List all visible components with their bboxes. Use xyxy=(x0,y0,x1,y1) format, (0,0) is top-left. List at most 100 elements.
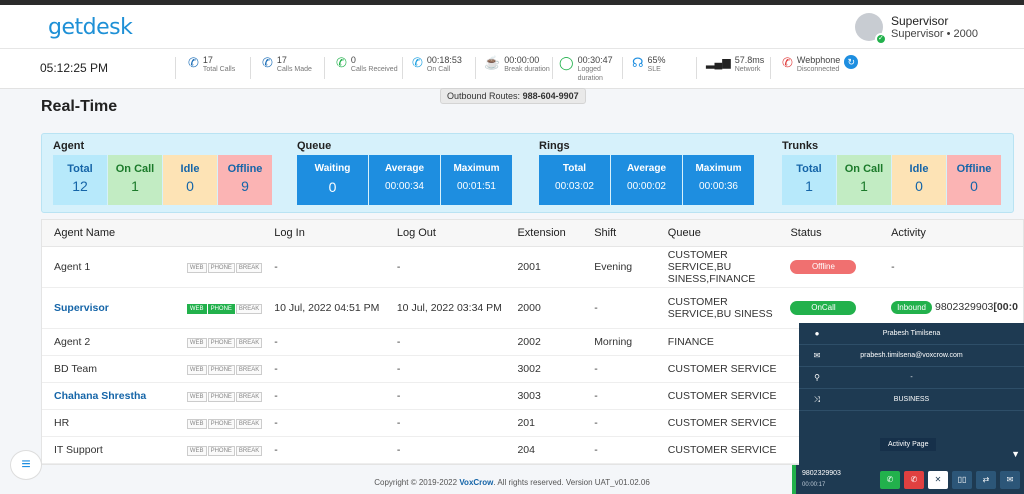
queue: CUSTOMER SERVICE xyxy=(655,382,779,410)
tag-break: BREAK xyxy=(235,338,263,348)
box-value: 1 xyxy=(131,178,139,194)
box-value: 12 xyxy=(72,178,88,194)
col-log-out[interactable]: Log Out xyxy=(384,220,506,247)
shift: Morning xyxy=(582,328,656,356)
logout-time: - xyxy=(384,328,506,356)
rings-maximum-box[interactable]: Maximum 00:00:36 xyxy=(683,155,754,205)
divider xyxy=(552,57,553,79)
trunks-total-box[interactable]: Total 1 xyxy=(782,155,836,205)
stat-value: 57.8ms xyxy=(734,55,765,65)
stat-value: Webphone xyxy=(796,55,841,65)
login-time: 10 Jul, 2022 04:51 PM xyxy=(262,287,385,329)
divider xyxy=(696,57,697,79)
reconnect-icon[interactable]: ↻ xyxy=(844,55,859,69)
agent-name-link[interactable]: Supervisor xyxy=(42,287,175,329)
tag-break: BREAK xyxy=(235,446,263,456)
online-status-icon: ✓ xyxy=(874,33,887,45)
col-shift[interactable]: Shift xyxy=(582,220,656,247)
tag-phone: PHONE xyxy=(207,419,235,429)
agent-oncall-box[interactable]: On Call 1 xyxy=(108,155,162,205)
col-status[interactable]: Status xyxy=(778,220,880,247)
outbound-routes: Outbound Routes: 988-604-9907 xyxy=(440,88,586,104)
stat-label: SLE xyxy=(647,66,661,73)
divider xyxy=(175,57,176,79)
col-log-in[interactable]: Log In xyxy=(262,220,385,247)
col-queue[interactable]: Queue xyxy=(655,220,779,247)
app-header: getdesk ✓ Supervisor Supervisor • 2000 xyxy=(0,5,1024,49)
shift: - xyxy=(582,409,656,437)
table-row[interactable]: Supervisor WEB PHONE BREAK 10 Jul, 2022 04… xyxy=(42,287,1023,329)
queue-maximum-box[interactable]: Maximum 00:01:51 xyxy=(441,155,512,205)
tag-web: WEB xyxy=(186,446,207,456)
stat-value: 17 xyxy=(276,55,287,65)
box-label: Total xyxy=(796,163,822,175)
col-extension[interactable]: Extension xyxy=(505,220,583,247)
app-logo[interactable]: getdesk xyxy=(48,15,133,40)
box-value: 0 xyxy=(186,178,194,194)
stat-break: ☕ 00:00:00 Break duration xyxy=(484,55,550,74)
divider xyxy=(770,57,771,79)
queue: CUSTOMER SERVICE xyxy=(655,436,779,464)
tag-web: WEB xyxy=(186,263,207,273)
queue-waiting-box[interactable]: Waiting 0 xyxy=(297,155,368,205)
avatar[interactable]: ✓ xyxy=(854,13,887,45)
box-label: Maximum xyxy=(453,163,500,174)
stat-value: 00:00:00 xyxy=(504,55,540,65)
rings-group: Rings Total 00:03:02 Average 00:00:02 Maxi… xyxy=(539,140,754,205)
agent-idle-box[interactable]: Idle 0 xyxy=(163,155,217,205)
box-value: 00:00:02 xyxy=(627,181,666,192)
stat-calls-received: ✆ 0 Calls Received xyxy=(336,55,398,74)
tag-phone: PHONE xyxy=(207,392,235,402)
user-icon: ● xyxy=(814,329,820,338)
login-time: - xyxy=(262,246,385,288)
box-label: Total xyxy=(67,163,93,175)
footer-brand-link[interactable]: VoxCrow xyxy=(459,478,493,487)
activity-page-button[interactable]: Activity Page xyxy=(880,438,937,451)
group-title: Trunks xyxy=(782,140,819,152)
queue-average-box[interactable]: Average 00:00:34 xyxy=(369,155,440,205)
queue: CUSTOMER SERVICE,BU SINESS xyxy=(655,287,779,329)
col-agent-name[interactable]: Agent Name xyxy=(42,220,175,247)
table-row[interactable]: Agent 1 WEB PHONE BREAK - - 2001 Evening C… xyxy=(42,246,1023,288)
stat-value: 17 xyxy=(202,55,213,65)
stat-label: Disconnected xyxy=(796,66,840,73)
agent-tags: WEB PHONE BREAK xyxy=(174,246,263,288)
shift: Evening xyxy=(582,246,656,288)
user-menu[interactable]: ✓ Supervisor Supervisor • 2000 xyxy=(854,13,978,45)
agent-offline-box[interactable]: Offline 9 xyxy=(218,155,272,205)
trunks-oncall-box[interactable]: On Call 1 xyxy=(837,155,891,205)
chevron-down-icon[interactable]: ▼ xyxy=(1011,449,1020,459)
trunks-idle-box[interactable]: Idle 0 xyxy=(892,155,946,205)
activity-number: 9802329903 xyxy=(934,301,994,313)
rings-average-box[interactable]: Average 00:00:02 xyxy=(611,155,682,205)
hamburger-menu-button[interactable]: ≡ xyxy=(10,450,42,480)
col-activity[interactable]: Activity xyxy=(879,220,1023,247)
trunks-offline-box[interactable]: Offline 0 xyxy=(947,155,1001,205)
agent-name: HR xyxy=(42,409,175,437)
divider xyxy=(250,57,251,79)
table-header-row: Agent Name Log In Log Out Extension Shif… xyxy=(42,220,1023,247)
divider xyxy=(475,57,476,79)
stat-on-call: ✆ 00:18:53 On Call xyxy=(412,55,462,74)
stat-label: On Call xyxy=(426,66,451,73)
agent-tags: WEB PHONE BREAK xyxy=(174,355,263,383)
routes-value: 988-604-9907 xyxy=(522,91,579,101)
queue: CUSTOMER SERVICE xyxy=(655,355,779,383)
box-label: Idle xyxy=(909,163,929,175)
extension: 2002 xyxy=(505,328,583,356)
agent-name-link[interactable]: Chahana Shrestha xyxy=(42,382,175,410)
caller-queue: BUSINESS xyxy=(893,396,930,403)
agent-tags: WEB PHONE BREAK xyxy=(174,409,263,437)
box-label: Average xyxy=(626,163,667,174)
footer: Copyright © 2019-2022 VoxCrow. All right… xyxy=(0,478,1024,487)
stat-calls-made: ✆ 17 Calls Made xyxy=(262,55,312,74)
logout-time: - xyxy=(384,355,506,383)
inbound-badge: Inbound xyxy=(891,301,932,314)
caller-name-row: ● Prabesh Timilsena xyxy=(799,323,1024,345)
user-name: Supervisor xyxy=(890,13,949,28)
status-badge: Offline xyxy=(790,259,857,274)
agent-total-box[interactable]: Total 12 xyxy=(53,155,107,205)
shift: - xyxy=(582,355,656,383)
activity: Inbound 9802329903[00:0 xyxy=(879,287,1023,329)
rings-total-box[interactable]: Total 00:03:02 xyxy=(539,155,610,205)
